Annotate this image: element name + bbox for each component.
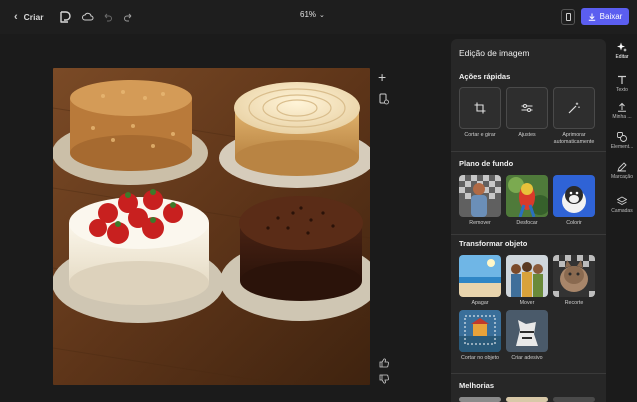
- rail-label: Marcação: [611, 174, 633, 180]
- rail-label: Editar: [615, 54, 629, 60]
- divider: [451, 373, 606, 374]
- rail-item-uploads[interactable]: Minha ...: [607, 102, 637, 120]
- color-background-label: Colorir: [566, 220, 582, 226]
- crop-rotate-button[interactable]: [459, 87, 501, 129]
- layers-icon: [617, 196, 627, 206]
- magic-wand-icon: [568, 102, 580, 114]
- rail-item-elements[interactable]: Element...: [607, 132, 637, 150]
- chevron-left-icon: ‹: [14, 11, 18, 23]
- zoom-value: 61%: [300, 10, 317, 19]
- erase-object-button[interactable]: [459, 255, 501, 297]
- color-background-button[interactable]: [553, 175, 595, 217]
- improvement-tile[interactable]: [553, 397, 595, 402]
- designer-logo-icon[interactable]: [56, 8, 74, 26]
- pen-icon: [617, 162, 627, 172]
- background-title: Plano de fundo: [459, 159, 514, 168]
- thumbs-down-icon[interactable]: [379, 371, 389, 389]
- back-label: Criar: [23, 12, 44, 22]
- download-label: Baixar: [599, 12, 623, 21]
- chevron-down-icon: ⌄: [319, 11, 325, 19]
- rail-label: Texto: [616, 87, 628, 93]
- improvement-tile[interactable]: [506, 397, 548, 402]
- cloud-save-icon[interactable]: [79, 8, 97, 26]
- improvement-tile[interactable]: [459, 397, 501, 402]
- cutout-label: Recorte: [564, 300, 584, 306]
- upload-icon: [618, 102, 626, 112]
- top-bar: ‹ Criar 61% ⌄ Baixar: [0, 0, 637, 34]
- create-sticker-button[interactable]: [506, 310, 548, 352]
- cutout-button[interactable]: [553, 255, 595, 297]
- rail-item-layers[interactable]: Camadas: [607, 196, 637, 214]
- image-edit-panel: Edição de imagem Ações rápidas Cortar e …: [451, 39, 606, 402]
- undo-icon[interactable]: [98, 8, 116, 26]
- panel-title: Edição de imagem: [459, 48, 530, 58]
- redo-icon[interactable]: [119, 8, 137, 26]
- crop-to-object-button[interactable]: [459, 310, 501, 352]
- divider: [451, 151, 606, 152]
- download-button[interactable]: Baixar: [581, 8, 629, 25]
- rail-item-markup[interactable]: Marcação: [607, 162, 637, 180]
- rail-item-edit[interactable]: Editar: [607, 42, 637, 60]
- sliders-icon: [521, 104, 533, 112]
- back-button[interactable]: ‹ Criar: [14, 9, 44, 25]
- quick-actions-title: Ações rápidas: [459, 72, 511, 81]
- create-sticker-label: Criar adesivo: [511, 355, 543, 361]
- add-icon[interactable]: +: [378, 69, 386, 85]
- auto-enhance-label: Aprimorar automaticamente: [553, 132, 595, 145]
- zoom-dropdown[interactable]: 61% ⌄: [300, 10, 325, 19]
- canvas-image[interactable]: [53, 68, 370, 385]
- improvements-title: Melhorias: [459, 381, 495, 390]
- blur-background-button[interactable]: [506, 175, 548, 217]
- text-icon: [618, 75, 626, 84]
- mobile-icon[interactable]: [561, 9, 575, 25]
- elements-icon: [617, 132, 627, 142]
- right-rail: Editar Texto Minha ... Element... Marcaç…: [607, 39, 637, 402]
- duplicate-page-icon[interactable]: [379, 92, 389, 110]
- rail-label: Minha ...: [612, 114, 632, 120]
- rail-label: Camadas: [611, 208, 633, 214]
- rail-label: Element...: [610, 144, 634, 150]
- adjustments-button[interactable]: [506, 87, 548, 129]
- auto-enhance-button[interactable]: [553, 87, 595, 129]
- move-object-button[interactable]: [506, 255, 548, 297]
- divider: [451, 234, 606, 235]
- download-icon: [588, 13, 595, 21]
- edit-sparkle-icon: [617, 42, 627, 52]
- transform-object-title: Transformar objeto: [459, 239, 528, 248]
- rail-item-text[interactable]: Texto: [607, 75, 637, 93]
- remove-background-button[interactable]: [459, 175, 501, 217]
- crop-icon: [474, 102, 486, 114]
